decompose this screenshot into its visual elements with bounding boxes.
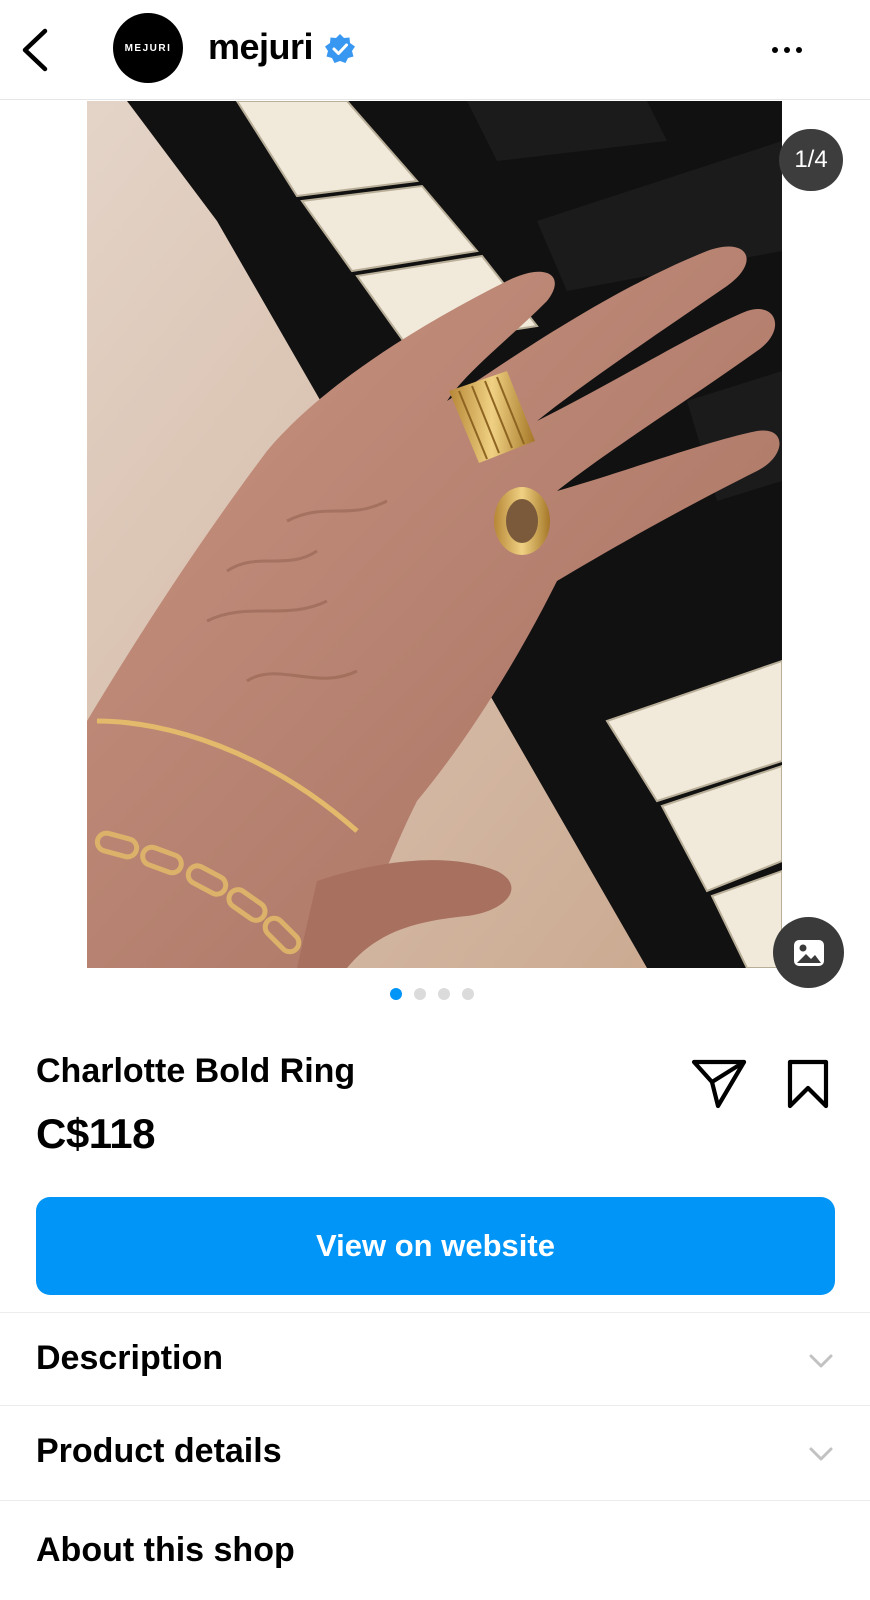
image-gallery-icon bbox=[793, 939, 824, 966]
gallery-button[interactable] bbox=[773, 917, 844, 988]
more-dot bbox=[784, 47, 790, 53]
more-options-button[interactable] bbox=[762, 34, 812, 66]
section-product-details[interactable]: Product details bbox=[0, 1405, 870, 1499]
section-about-shop[interactable]: About this shop bbox=[0, 1500, 870, 1600]
carousel-dot-active[interactable] bbox=[390, 988, 402, 1000]
section-label: Product details bbox=[36, 1432, 282, 1470]
send-icon bbox=[691, 1059, 747, 1109]
carousel-dot[interactable] bbox=[462, 988, 474, 1000]
more-horizontal-icon bbox=[772, 47, 778, 53]
product-photo bbox=[87, 101, 782, 968]
section-label: Description bbox=[36, 1339, 224, 1377]
carousel-pagination bbox=[390, 988, 474, 1000]
chevron-down-icon bbox=[809, 1447, 833, 1461]
avatar[interactable]: MEJURI bbox=[113, 13, 183, 83]
shop-name[interactable]: mejuri bbox=[208, 26, 314, 68]
chevron-down-icon bbox=[809, 1354, 833, 1368]
section-description[interactable]: Description bbox=[0, 1312, 870, 1406]
chevron-left-icon bbox=[22, 28, 48, 72]
bookmark-icon bbox=[787, 1059, 829, 1109]
share-button[interactable] bbox=[690, 1058, 748, 1110]
section-label: About this shop bbox=[36, 1531, 295, 1569]
product-price: C$118 bbox=[36, 1110, 155, 1157]
save-button[interactable] bbox=[782, 1058, 834, 1110]
carousel-dot[interactable] bbox=[438, 988, 450, 1000]
more-dot bbox=[796, 47, 802, 53]
carousel-dot[interactable] bbox=[414, 988, 426, 1000]
product-image[interactable] bbox=[87, 101, 782, 968]
avatar-logo-text: MEJURI bbox=[124, 42, 172, 54]
product-title: Charlotte Bold Ring bbox=[36, 1052, 356, 1090]
view-on-website-button[interactable]: View on website bbox=[36, 1197, 835, 1295]
top-bar: MEJURI mejuri bbox=[0, 0, 870, 100]
image-counter: 1/4 bbox=[779, 129, 843, 191]
verified-badge-icon bbox=[325, 34, 355, 63]
back-button[interactable] bbox=[14, 24, 54, 76]
